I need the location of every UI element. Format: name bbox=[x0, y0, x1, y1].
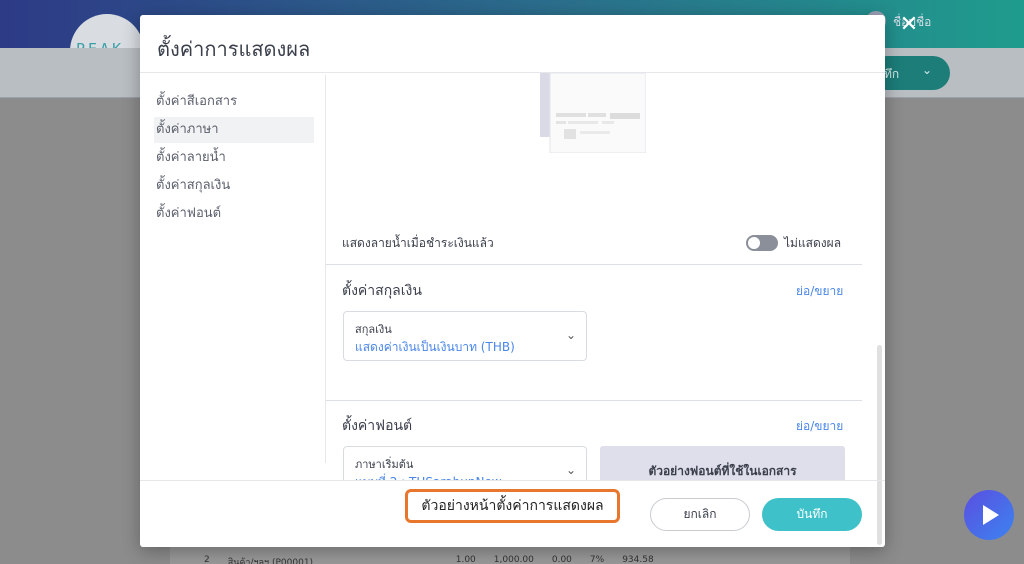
bg-cell: สินค้า/ฯลฯ (P00001) bbox=[227, 558, 314, 564]
font-select[interactable]: ภาษาเริ่มต้น แบบที่ 2 : THSarabunNew ⌄ bbox=[343, 446, 587, 481]
chevron-down-icon: ⌄ bbox=[565, 463, 576, 477]
watermark-preview-image bbox=[540, 73, 646, 153]
watermark-label: แสดงลายน้ำเมื่อชำระเงินแล้ว bbox=[342, 236, 494, 250]
side-item-watermark[interactable]: ตั้งค่าลายน้ำ bbox=[154, 145, 314, 171]
modal-header: ตั้งค่าการแสดงผล bbox=[140, 15, 885, 73]
toggle-knob bbox=[748, 237, 760, 249]
modal-title: ตั้งค่าการแสดงผล bbox=[157, 37, 311, 61]
chevron-down-icon[interactable]: ⌄ bbox=[922, 63, 932, 77]
bg-cell: 1,000.00 bbox=[493, 555, 534, 564]
bg-cell: 2 bbox=[204, 555, 210, 564]
cancel-button[interactable]: ยกเลิก bbox=[650, 498, 750, 531]
watermark-toggle-label: ไม่แสดงผล bbox=[784, 236, 842, 250]
font-select-label: ภาษาเริ่มต้น bbox=[355, 458, 414, 471]
bg-cell: 7% bbox=[589, 555, 605, 564]
display-settings-modal: ตั้งค่าการแสดงผล ตั้งค่าสีเอกสาร ตั้งค่า… bbox=[140, 15, 885, 547]
settings-content: แสดงลายน้ำเมื่อชำระเงินแล้ว ไม่แสดงผล ตั… bbox=[326, 73, 878, 481]
settings-preview-callout[interactable]: ตัวอย่างหน้าตั้งค่าการแสดงผล bbox=[405, 489, 620, 523]
save-split-label: ทึก bbox=[884, 67, 900, 81]
currency-select-label: สกุลเงิน bbox=[355, 323, 392, 336]
currency-section-title: ตั้งค่าสกุลเงิน bbox=[342, 283, 422, 299]
play-icon bbox=[983, 505, 999, 525]
font-collapse-link[interactable]: ย่อ/ขยาย bbox=[796, 417, 843, 436]
section-divider bbox=[326, 264, 862, 265]
save-button[interactable]: บันทึก bbox=[762, 498, 862, 531]
side-item-document-color[interactable]: ตั้งค่าสีเอกสาร bbox=[154, 89, 314, 115]
side-item-font[interactable]: ตั้งค่าฟอนต์ bbox=[154, 201, 314, 227]
bg-cell: 0.00 bbox=[551, 555, 572, 564]
side-item-currency[interactable]: ตั้งค่าสกุลเงิน bbox=[154, 173, 314, 199]
section-divider bbox=[326, 400, 862, 401]
bg-cell: 1.00 bbox=[455, 555, 476, 564]
currency-select-value: แสดงค่าเงินเป็นเงินบาท (THB) bbox=[355, 340, 515, 354]
font-preview-button[interactable]: ตัวอย่างฟอนต์ที่ใช้ในเอกสาร bbox=[600, 446, 845, 481]
footer-divider bbox=[140, 480, 885, 481]
currency-collapse-link[interactable]: ย่อ/ขยาย bbox=[796, 282, 843, 301]
font-section-title: ตั้งค่าฟอนต์ bbox=[342, 418, 413, 434]
currency-select[interactable]: สกุลเงิน แสดงค่าเงินเป็นเงินบาท (THB) ⌄ bbox=[343, 311, 587, 361]
background-table-row: 2 สินค้า/ฯลฯ (P00001) 1.00 1,000.00 0.00… bbox=[204, 555, 824, 564]
close-icon[interactable]: ✕ bbox=[896, 12, 922, 38]
side-item-language[interactable]: ตั้งค่าภาษา bbox=[154, 117, 314, 143]
play-video-button[interactable] bbox=[964, 490, 1014, 540]
watermark-toggle[interactable] bbox=[746, 235, 778, 251]
modal-scrollbar[interactable] bbox=[877, 345, 882, 545]
chevron-down-icon: ⌄ bbox=[565, 328, 576, 342]
bg-cell: 934.58 bbox=[622, 555, 654, 564]
